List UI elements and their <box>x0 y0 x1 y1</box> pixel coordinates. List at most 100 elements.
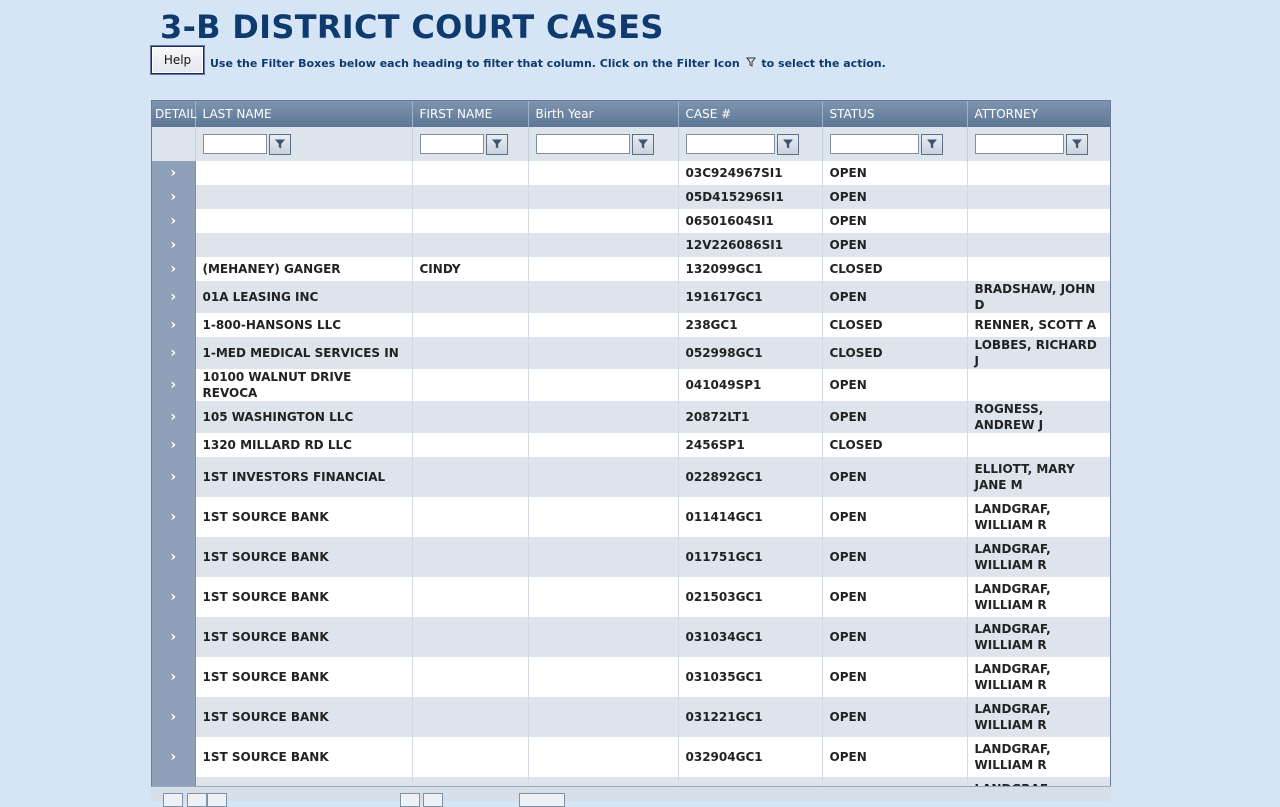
detail-expand-button[interactable]: › <box>152 281 196 313</box>
filter-button-attorney[interactable] <box>1065 133 1088 155</box>
table-row[interactable]: › 06501604SI1 OPEN <box>152 209 1110 233</box>
detail-expand-button[interactable]: › <box>152 537 196 577</box>
filter-button-status[interactable] <box>920 133 943 155</box>
cell-case-number: 022892GC1 <box>678 457 823 497</box>
detail-expand-button[interactable]: › <box>152 161 196 185</box>
detail-expand-button[interactable]: › <box>152 433 196 457</box>
detail-expand-button[interactable]: › <box>152 337 196 369</box>
cell-attorney: LANDGRAF, WILLIAM R <box>967 617 1110 657</box>
column-header-status[interactable]: STATUS <box>822 101 968 127</box>
cell-birth-year <box>528 401 679 433</box>
cell-first-name <box>412 497 529 537</box>
cell-status: CLOSED <box>822 257 968 281</box>
detail-expand-button[interactable]: › <box>152 313 196 337</box>
table-row[interactable]: › 1-800-HANSONS LLC 238GC1 CLOSED RENNER, SC… <box>152 313 1110 337</box>
table-row[interactable]: › 12V226086SI1 OPEN <box>152 233 1110 257</box>
cell-status: OPEN <box>822 657 968 697</box>
detail-expand-button[interactable]: › <box>152 233 196 257</box>
table-row[interactable]: › 1ST SOURCE BANK 011414GC1 OPEN LANDGRAF, W… <box>152 497 1110 537</box>
pager-last-button[interactable] <box>423 793 443 807</box>
pager-size-select[interactable] <box>519 793 565 807</box>
detail-expand-button[interactable]: › <box>152 657 196 697</box>
table-row[interactable]: › 1320 MILLARD RD LLC 2456SP1 CLOSED <box>152 433 1110 457</box>
cell-birth-year <box>528 537 679 577</box>
cell-attorney: LANDGRAF, WILLIAM R <box>967 577 1110 617</box>
cell-first-name <box>412 737 529 777</box>
cell-attorney: BRADSHAW, JOHN D <box>967 281 1110 313</box>
filter-input-attorney[interactable] <box>974 134 1064 154</box>
detail-expand-button[interactable]: › <box>152 401 196 433</box>
cell-first-name <box>412 209 529 233</box>
help-button[interactable]: Help <box>151 46 204 74</box>
detail-expand-button[interactable]: › <box>152 257 196 281</box>
detail-expand-button[interactable]: › <box>152 697 196 737</box>
detail-expand-button[interactable]: › <box>152 577 196 617</box>
table-row[interactable]: › (MEHANEY) GANGER CINDY 132099GC1 CLOSED <box>152 257 1110 281</box>
table-row[interactable]: › 1ST SOURCE BANK 021503GC1 OPEN LANDGRAF, W… <box>152 577 1110 617</box>
cell-first-name <box>412 617 529 657</box>
table-row[interactable]: › 1ST SOURCE BANK 031035GC1 OPEN LANDGRAF, W… <box>152 657 1110 697</box>
filter-cell-detail <box>152 127 196 161</box>
cell-case-number: 031035GC1 <box>678 657 823 697</box>
cell-case-number: 20872LT1 <box>678 401 823 433</box>
cell-birth-year <box>528 433 679 457</box>
filter-button-first-name[interactable] <box>485 133 508 155</box>
column-header-first-name[interactable]: FIRST NAME <box>412 101 529 127</box>
column-header-birth-year[interactable]: Birth Year <box>528 101 679 127</box>
filter-cell-first-name <box>412 127 529 161</box>
filter-input-status[interactable] <box>829 134 919 154</box>
detail-expand-button[interactable]: › <box>152 497 196 537</box>
detail-expand-button[interactable]: › <box>152 457 196 497</box>
chevron-right-icon: › <box>170 213 177 229</box>
table-row[interactable]: › 1ST SOURCE BANK 032904GC1 OPEN LANDGRAF, W… <box>152 737 1110 777</box>
pager-first-button[interactable] <box>163 793 183 807</box>
detail-expand-button[interactable]: › <box>152 617 196 657</box>
filter-funnel-icon <box>637 139 648 149</box>
detail-expand-button[interactable]: › <box>152 185 196 209</box>
chevron-right-icon: › <box>170 509 177 525</box>
filter-cell-case-number <box>678 127 823 161</box>
cell-first-name <box>412 369 529 401</box>
table-row[interactable]: › 1ST SOURCE BANK 011751GC1 OPEN LANDGRAF, W… <box>152 537 1110 577</box>
chevron-right-icon: › <box>170 669 177 685</box>
table-row[interactable]: › 1-MED MEDICAL SERVICES IN 052998GC1 CLOSE… <box>152 337 1110 369</box>
filter-button-birth-year[interactable] <box>631 133 654 155</box>
cell-attorney <box>967 257 1110 281</box>
table-row[interactable]: › 05D415296SI1 OPEN <box>152 185 1110 209</box>
table-row[interactable]: › 01A LEASING INC 191617GC1 OPEN BRADSHAW, J… <box>152 281 1110 313</box>
detail-expand-button[interactable]: › <box>152 369 196 401</box>
table-row[interactable]: › 1ST SOURCE BANK 031221GC1 OPEN LANDGRAF, W… <box>152 697 1110 737</box>
filter-input-last-name[interactable] <box>202 134 267 154</box>
cell-attorney: LANDGRAF, WILLIAM R <box>967 497 1110 537</box>
chevron-right-icon: › <box>170 345 177 361</box>
chevron-right-icon: › <box>170 629 177 645</box>
cell-birth-year <box>528 161 679 185</box>
chevron-right-icon: › <box>170 289 177 305</box>
pager-prev-button[interactable] <box>187 793 207 807</box>
filter-button-last-name[interactable] <box>268 133 291 155</box>
filter-input-case-number[interactable] <box>685 134 775 154</box>
filter-input-first-name[interactable] <box>419 134 484 154</box>
pager-bar <box>151 786 1111 807</box>
chevron-right-icon: › <box>170 189 177 205</box>
cell-birth-year <box>528 497 679 537</box>
cell-last-name: 1ST INVESTORS FINANCIAL <box>195 457 413 497</box>
column-header-last-name[interactable]: LAST NAME <box>195 101 413 127</box>
detail-expand-button[interactable]: › <box>152 737 196 777</box>
cell-status: CLOSED <box>822 433 968 457</box>
table-row[interactable]: › 105 WASHINGTON LLC 20872LT1 OPEN ROGNESS, … <box>152 401 1110 433</box>
cell-last-name: 1ST SOURCE BANK <box>195 697 413 737</box>
table-row[interactable]: › 1ST INVESTORS FINANCIAL 022892GC1 OPEN ELL… <box>152 457 1110 497</box>
detail-expand-button[interactable]: › <box>152 209 196 233</box>
pager-prev-group-button[interactable] <box>207 793 227 807</box>
column-header-attorney[interactable]: ATTORNEY <box>967 101 1110 127</box>
table-row[interactable]: › 1ST SOURCE BANK 031034GC1 OPEN LANDGRAF, W… <box>152 617 1110 657</box>
table-row[interactable]: › 10100 WALNUT DRIVE REVOCA 041049SP1 OPEN <box>152 369 1110 401</box>
table-row[interactable]: › 03C924967SI1 OPEN <box>152 161 1110 185</box>
filter-input-birth-year[interactable] <box>535 134 630 154</box>
pager-next-button[interactable] <box>400 793 420 807</box>
cell-status: OPEN <box>822 577 968 617</box>
column-header-case-number[interactable]: CASE # <box>678 101 823 127</box>
filter-button-case-number[interactable] <box>776 133 799 155</box>
cell-case-number: 031034GC1 <box>678 617 823 657</box>
